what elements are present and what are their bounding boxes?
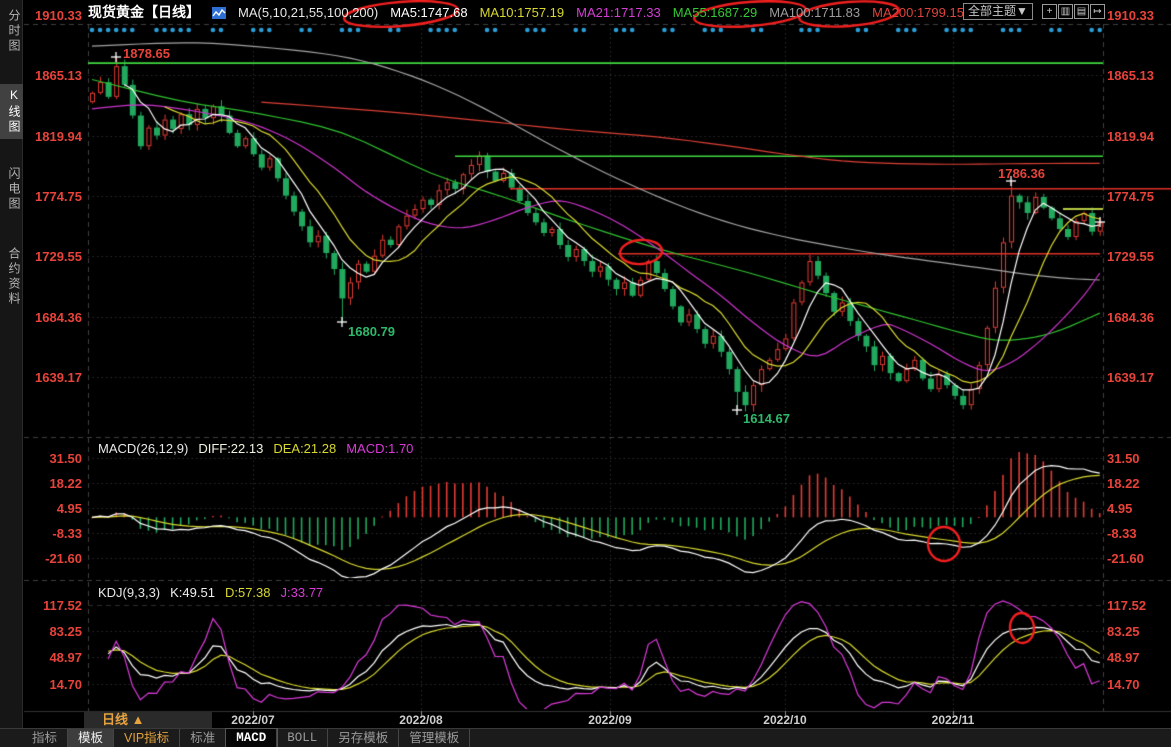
price-axis-label: 1819.94 xyxy=(1107,129,1154,144)
high-price-label: 1878.65 xyxy=(123,46,170,61)
macd-diff-value: DIFF:22.13 xyxy=(198,441,264,456)
price-axis-label: 1774.75 xyxy=(1107,189,1154,204)
legend-ma21: MA21:1717.33 xyxy=(576,4,661,20)
sidebar-item-contract-info[interactable]: 合约资料 xyxy=(0,243,23,311)
price-axis-label: 1774.75 xyxy=(35,189,82,204)
chart-type-sidebar: 分时图 K线图 闪电图 合约资料 xyxy=(0,0,23,747)
price-axis-label: 1865.13 xyxy=(35,68,82,83)
macd-dea-value: DEA:21.28 xyxy=(273,441,337,456)
ma-group-label: MA(5,10,21,55,100,200) xyxy=(238,4,379,20)
sidebar-item-lightning-chart[interactable]: 闪电图 xyxy=(0,163,23,216)
tab-boll[interactable]: BOLL xyxy=(277,729,329,747)
macd-axis-label: 31.50 xyxy=(49,451,82,466)
right-scale-icon[interactable]: ▤ xyxy=(1074,4,1089,19)
tab-save-template[interactable]: 另存模板 xyxy=(328,729,400,747)
tab-standard[interactable]: 标准 xyxy=(180,729,227,747)
kline-chart-icon xyxy=(212,6,226,19)
period-selector[interactable]: 日线 ▲ xyxy=(84,712,212,728)
kdj-axis-label: 48.97 xyxy=(1107,650,1140,665)
date-tick: 2022/10 xyxy=(763,713,807,727)
kdj-axis-label: 117.52 xyxy=(1107,598,1147,613)
macd-axis-label: 18.22 xyxy=(49,476,82,491)
symbol-name: 现货黄金 xyxy=(88,4,144,20)
macd-axis-label: -21.60 xyxy=(45,551,82,566)
kdj-d-value: D:57.38 xyxy=(224,585,271,600)
tab-macd[interactable]: MACD xyxy=(225,728,279,747)
sidebar-item-time-chart[interactable]: 分时图 xyxy=(0,5,23,58)
low-price-label: 1680.79 xyxy=(348,324,395,339)
kdj-k-value: K:49.51 xyxy=(170,585,215,600)
date-tick: 2022/11 xyxy=(931,713,975,727)
left-scale-icon[interactable]: ▥ xyxy=(1058,4,1073,19)
macd-axis-label: 31.50 xyxy=(1107,451,1140,466)
period-tag: 【日线】 xyxy=(144,4,200,20)
price-chart-canvas[interactable] xyxy=(0,0,1171,747)
chart-header: 现货黄金【日线】 MA(5,10,21,55,100,200) MA5:1747… xyxy=(88,2,964,22)
sidebar-item-kline-chart[interactable]: K线图 xyxy=(0,84,23,139)
price-axis-label: 1910.33 xyxy=(1107,8,1154,23)
legend-ma100: MA100:1711.83 xyxy=(769,4,861,20)
macd-value: MACD:1.70 xyxy=(346,441,414,456)
macd-axis-label: -8.33 xyxy=(1107,526,1137,541)
tab-manage-template[interactable]: 管理模板 xyxy=(399,729,471,747)
high-price-label: 1786.36 xyxy=(998,166,1045,181)
kdj-axis-label: 83.25 xyxy=(1107,624,1140,639)
kdj-axis-label: 117.52 xyxy=(42,598,82,613)
macd-axis-label: 4.95 xyxy=(1107,501,1133,516)
macd-axis-label: 4.95 xyxy=(56,501,82,516)
kdj-j-value: J:33.77 xyxy=(280,585,324,600)
macd-title: MACD(26,12,9) xyxy=(98,441,189,456)
date-tick: 2022/07 xyxy=(231,713,275,727)
price-axis-label: 1910.33 xyxy=(35,8,82,23)
kdj-axis-label: 14.70 xyxy=(1107,677,1140,692)
macd-axis-label: -21.60 xyxy=(1107,551,1144,566)
kdj-axis-label: 83.25 xyxy=(49,624,82,639)
kdj-axis-label: 48.97 xyxy=(49,650,82,665)
detach-window-icon[interactable]: ↦ xyxy=(1090,4,1105,19)
kdj-panel-header: KDJ(9,3,3) K:49.51 D:57.38 J:33.77 xyxy=(98,585,323,600)
date-tick: 2022/08 xyxy=(399,713,443,727)
macd-axis-label: -8.33 xyxy=(52,526,82,541)
price-axis-label: 1639.17 xyxy=(1107,370,1154,385)
date-tick: 2022/09 xyxy=(588,713,632,727)
legend-ma5: MA5:1747.68 xyxy=(390,4,468,20)
theme-selector-button[interactable]: 全部主题▼ xyxy=(963,3,1033,20)
legend-ma10: MA10:1757.19 xyxy=(479,4,565,20)
price-axis-label: 1865.13 xyxy=(1107,68,1154,83)
tab-vip-indicators[interactable]: VIP指标 xyxy=(114,729,181,747)
legend-ma55: MA55:1687.29 xyxy=(672,4,758,20)
indicator-toolbar: 指标 模板 VIP指标 标准 MACD BOLL 另存模板 管理模板 xyxy=(0,728,1171,747)
kdj-title: KDJ(9,3,3) xyxy=(98,585,161,600)
macd-axis-label: 18.22 xyxy=(1107,476,1140,491)
price-axis-label: 1639.17 xyxy=(35,370,82,385)
price-axis-label: 1684.36 xyxy=(35,310,82,325)
price-axis-label: 1684.36 xyxy=(1107,310,1154,325)
kdj-axis-label: 14.70 xyxy=(49,677,82,692)
tab-templates[interactable]: 模板 xyxy=(68,729,115,747)
pan-crosshair-icon[interactable]: + xyxy=(1042,4,1057,19)
tab-indicators[interactable]: 指标 xyxy=(22,729,69,747)
price-axis-label: 1729.55 xyxy=(1107,249,1154,264)
legend-ma200: MA200:1799.15 xyxy=(872,4,964,20)
low-price-label: 1614.67 xyxy=(743,411,790,426)
price-axis-label: 1729.55 xyxy=(35,249,82,264)
price-axis-label: 1819.94 xyxy=(35,129,82,144)
macd-panel-header: MACD(26,12,9) DIFF:22.13 DEA:21.28 MACD:… xyxy=(98,441,413,456)
